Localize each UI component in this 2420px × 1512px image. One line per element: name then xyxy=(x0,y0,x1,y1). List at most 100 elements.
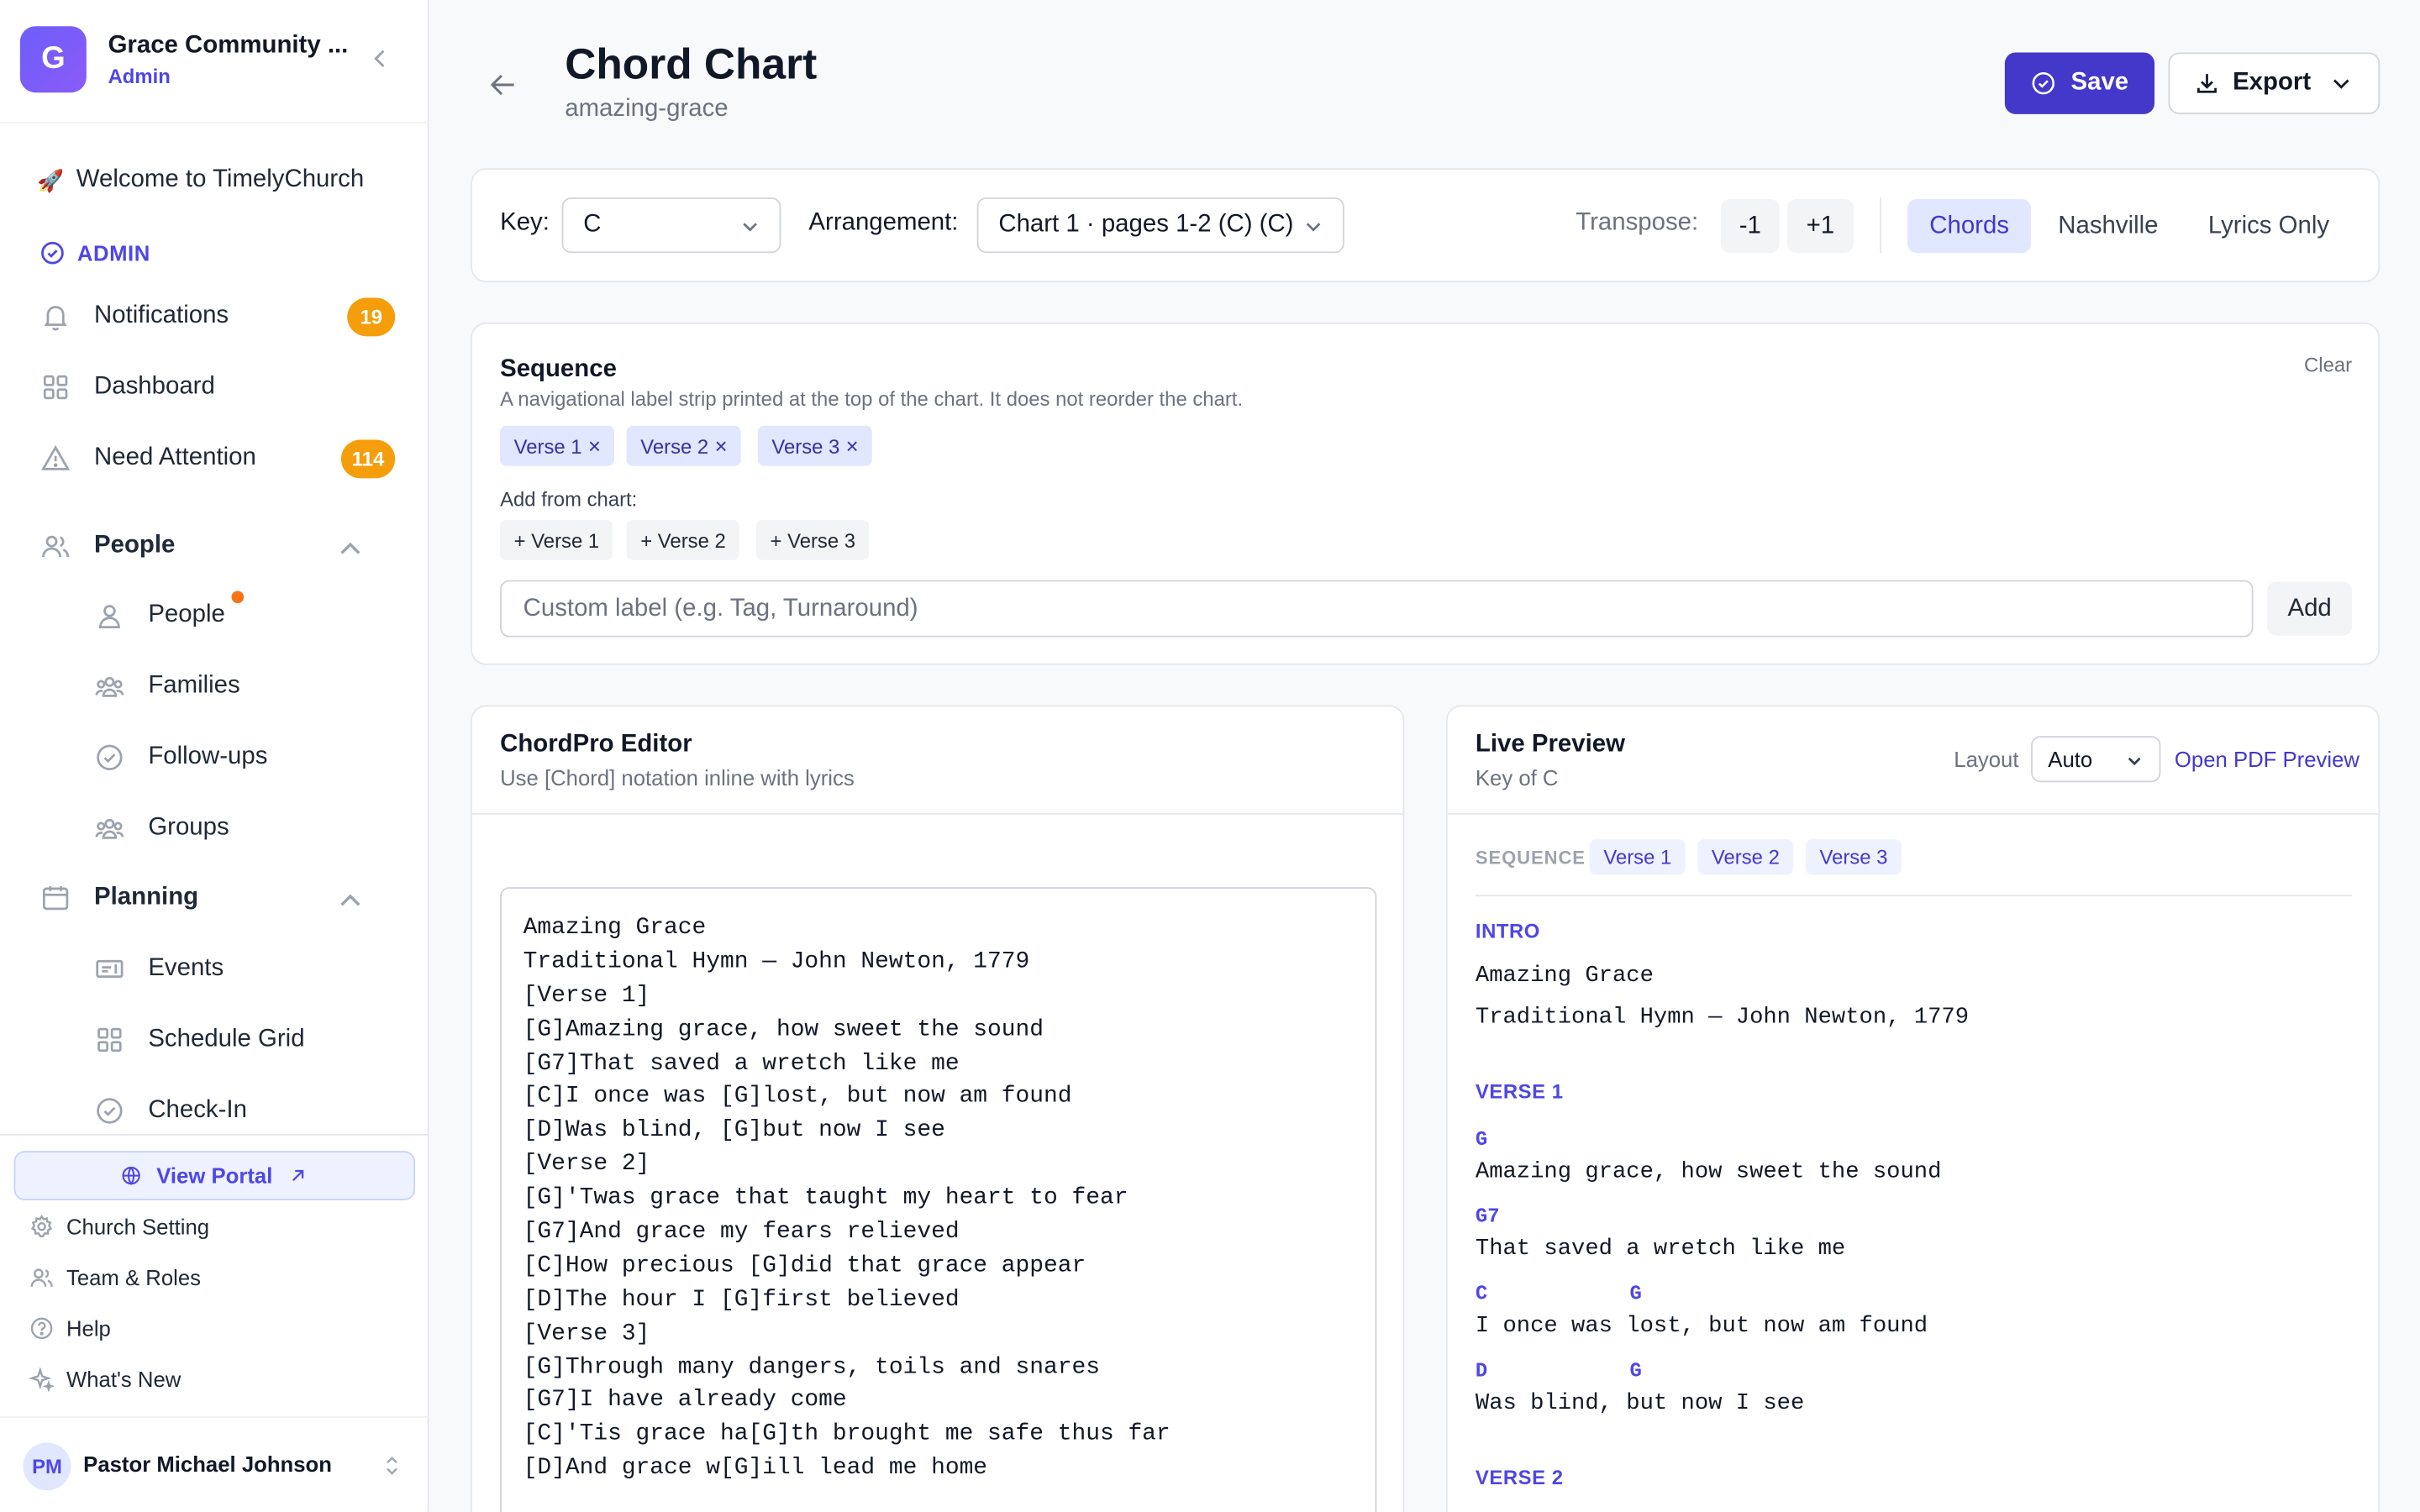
download-icon xyxy=(2196,74,2217,93)
open-pdf-preview-link[interactable]: Open PDF Preview xyxy=(2175,747,2360,771)
arrow-left-icon[interactable] xyxy=(487,68,520,102)
sequence-chip[interactable]: Verse 2 × xyxy=(626,425,742,466)
save-button[interactable]: Save xyxy=(2004,52,2155,114)
chevron-left-icon[interactable] xyxy=(364,43,395,74)
sidebar-item-label: Need Attention xyxy=(94,444,256,471)
preview-lyric-line: That saved a wretch like me xyxy=(1475,1237,1846,1263)
sequence-chip[interactable]: Verse 3 × xyxy=(757,425,873,466)
add-section-chip[interactable]: + Verse 3 xyxy=(755,519,870,560)
export-button[interactable]: Export xyxy=(2168,52,2381,114)
sidebar-group-planning[interactable]: Planning xyxy=(40,870,395,926)
sidebar-item-need-attention[interactable]: Need Attention 114 xyxy=(40,430,396,486)
sidebar-item-events[interactable]: Events xyxy=(94,941,395,996)
layout-select[interactable]: Auto xyxy=(2031,736,2161,783)
arrangement-value: Chart 1 · pages 1-2 (C) (C) xyxy=(998,211,1294,238)
layout-label: Layout xyxy=(1954,746,2019,772)
add-section-chip[interactable]: + Verse 2 xyxy=(626,519,740,560)
editor-line: [Verse 1] xyxy=(523,980,650,1009)
arrangement-label: Arrangement: xyxy=(808,209,959,237)
chordpro-textarea[interactable]: Amazing Grace Traditional Hymn — John Ne… xyxy=(500,887,1377,1512)
sidebar-item-groups[interactable]: Groups xyxy=(94,801,395,856)
editor-line: [G]Through many dangers, toils and snare… xyxy=(523,1352,1100,1381)
editor-line: [G7]I have already come xyxy=(523,1386,847,1415)
toolbar-divider xyxy=(1880,197,1881,254)
chord-symbol: D xyxy=(1475,1359,1488,1383)
grid-icon xyxy=(97,1027,122,1053)
editor-line: [G]'Twas grace that taught my heart to f… xyxy=(523,1183,1128,1212)
sidebar-item-label: Check-In xyxy=(148,1096,247,1124)
editor-line: [Verse 3] xyxy=(523,1318,650,1347)
user-menu[interactable]: PM Pastor Michael Johnson xyxy=(0,1416,429,1512)
remove-chip-icon[interactable]: × xyxy=(588,433,601,458)
preview-key: Key of C xyxy=(1475,765,1559,790)
user-name: Pastor Michael Johnson xyxy=(83,1452,332,1477)
section-heading-verse-2: VERSE 2 xyxy=(1475,1465,1564,1489)
preview-sequence-label: SEQUENCE xyxy=(1475,847,1586,869)
sidebar-group-label: Planning xyxy=(94,884,199,911)
chord-symbol: G7 xyxy=(1475,1205,1500,1229)
preview-sequence-chip[interactable]: Verse 2 xyxy=(1697,839,1794,875)
key-select[interactable]: C xyxy=(561,197,781,254)
section-heading-verse-1: VERSE 1 xyxy=(1475,1079,1564,1104)
view-portal-label: View Portal xyxy=(156,1163,273,1189)
footer-item-label: Help xyxy=(66,1315,111,1341)
sidebar-item-label: Groups xyxy=(148,814,229,842)
sidebar-item-label: Notifications xyxy=(94,302,229,329)
check-circle-icon xyxy=(97,1098,123,1124)
user-icon xyxy=(99,605,120,628)
sidebar-item-families[interactable]: Families xyxy=(94,659,395,714)
footer-item-team-roles[interactable]: Team & Roles xyxy=(29,1261,201,1294)
org-role: Admin xyxy=(108,65,171,88)
add-section-chip[interactable]: + Verse 1 xyxy=(500,519,613,560)
view-portal-button[interactable]: View Portal xyxy=(13,1151,416,1200)
footer-item-church-setting[interactable]: Church Setting xyxy=(29,1210,209,1243)
sidebar-item-notifications[interactable]: Notifications 19 xyxy=(40,288,396,344)
chart-toolbar: Key: C Arrangement: Chart 1 · pages 1-2 … xyxy=(471,168,2381,283)
chord-symbol: G xyxy=(1629,1282,1642,1305)
remove-chip-icon[interactable]: × xyxy=(715,433,728,458)
footer-item-label: What's New xyxy=(66,1367,182,1392)
preview-lyric-line: Was blind, but now I see xyxy=(1475,1391,1805,1417)
transpose-up-button[interactable]: +1 xyxy=(1786,198,1854,254)
mode-chords-button[interactable]: Chords xyxy=(1907,198,2032,254)
editor-title: ChordPro Editor xyxy=(500,731,692,758)
external-link-icon xyxy=(292,1169,303,1181)
remove-chip-icon[interactable]: × xyxy=(846,433,859,458)
editor-line: [D]And grace w[G]ill lead me home xyxy=(523,1453,988,1482)
mode-nashville-button[interactable]: Nashville xyxy=(2040,199,2176,253)
sidebar-item-people[interactable]: People xyxy=(94,588,395,643)
sequence-chip-label: Verse 3 xyxy=(771,434,840,458)
sidebar-item-schedule-grid[interactable]: Schedule Grid xyxy=(94,1012,395,1068)
chevron-down-icon xyxy=(743,223,757,232)
sequence-clear-button[interactable]: Clear xyxy=(2304,354,2352,377)
arrangement-select[interactable]: Chart 1 · pages 1-2 (C) (C) xyxy=(976,197,1344,254)
check-circle-icon xyxy=(2032,71,2054,95)
footer-item-help[interactable]: Help xyxy=(29,1311,111,1345)
chevron-up-icon[interactable] xyxy=(335,885,366,916)
preview-divider xyxy=(1447,812,2379,815)
page-title: Chord Chart xyxy=(565,39,818,88)
sidebar-item-check-in[interactable]: Check-In xyxy=(94,1083,395,1138)
welcome-link[interactable]: 🚀 Welcome to TimelyChurch xyxy=(37,160,364,201)
org-name[interactable]: Grace Community ... xyxy=(108,33,355,60)
sidebar-item-dashboard[interactable]: Dashboard xyxy=(40,360,395,415)
section-heading-intro: INTRO xyxy=(1475,919,1540,943)
sidebar-item-follow-ups[interactable]: Follow-ups xyxy=(94,730,395,785)
preview-sequence-chip[interactable]: Verse 1 xyxy=(1589,839,1686,875)
custom-label-input[interactable] xyxy=(500,580,2254,638)
grid-icon xyxy=(43,375,68,400)
footer-item-whats-new[interactable]: What's New xyxy=(29,1362,181,1396)
sequence-chip-label: Verse 2 xyxy=(640,434,709,458)
sequence-chip[interactable]: Verse 1 × xyxy=(500,425,615,466)
add-custom-label-button[interactable]: Add xyxy=(2267,581,2353,636)
sidebar-group-people[interactable]: People xyxy=(40,518,395,574)
sidebar-item-label: Events xyxy=(148,954,224,982)
sequence-card: Sequence A navigational label strip prin… xyxy=(471,322,2381,665)
sidebar-group-label: People xyxy=(94,532,176,559)
transpose-down-button[interactable]: -1 xyxy=(1720,198,1780,254)
chevron-up-icon[interactable] xyxy=(335,533,366,564)
preview-sequence-chip[interactable]: Verse 3 xyxy=(1805,839,1902,875)
chevron-down-icon xyxy=(2128,757,2141,766)
chevron-down-icon xyxy=(2333,79,2350,89)
mode-lyrics-only-button[interactable]: Lyrics Only xyxy=(2187,199,2351,253)
